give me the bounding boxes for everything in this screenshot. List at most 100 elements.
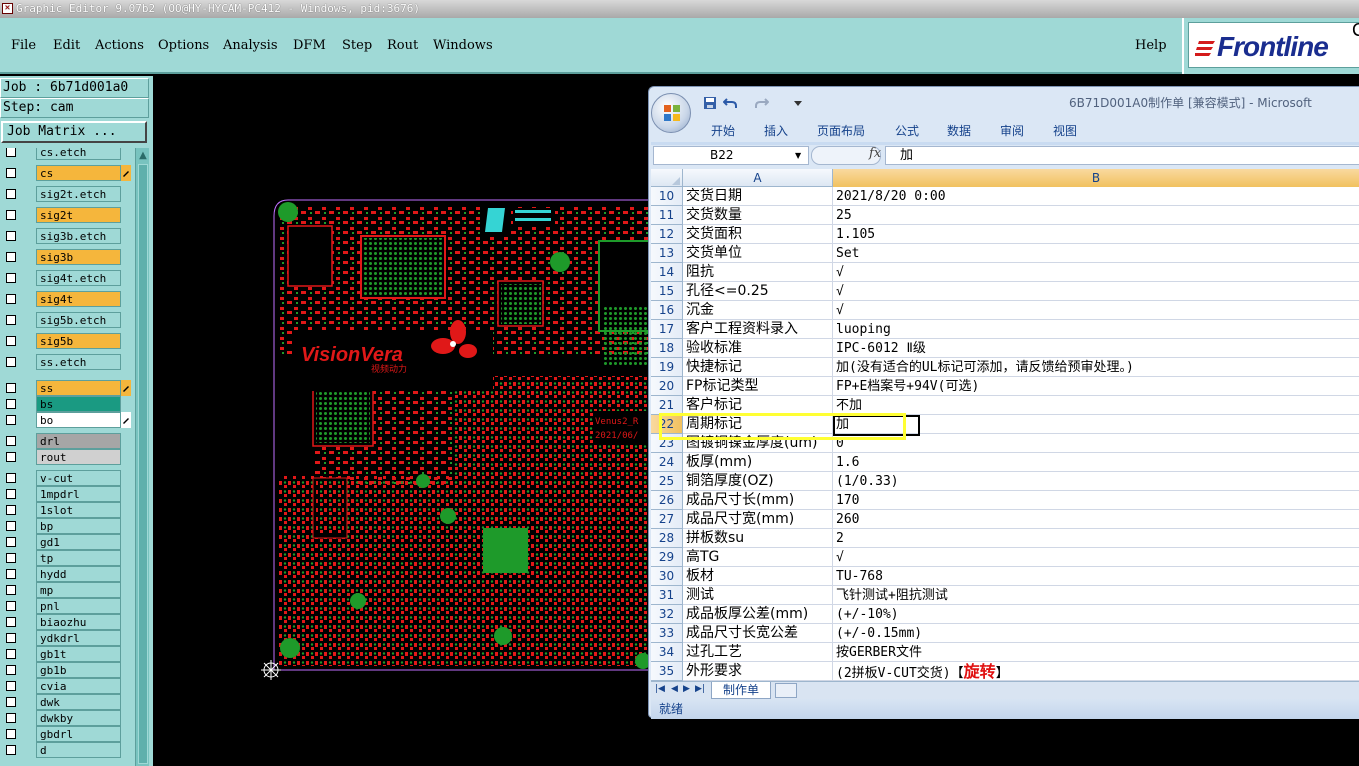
tab-view[interactable]: 视图 bbox=[1053, 122, 1077, 139]
layer-row[interactable]: sig2t.etch bbox=[2, 186, 133, 202]
layer-row[interactable]: ss bbox=[2, 380, 133, 396]
cell-a[interactable]: 沉金 bbox=[683, 301, 833, 320]
job-matrix-button[interactable]: Job Matrix ... bbox=[1, 121, 147, 143]
layer-name[interactable]: drl bbox=[36, 433, 121, 449]
layer-row[interactable]: gb1b bbox=[2, 662, 133, 678]
layer-checkbox[interactable] bbox=[6, 601, 16, 611]
customize-qat-icon[interactable] bbox=[791, 96, 805, 110]
row-header[interactable]: 11 bbox=[651, 206, 683, 225]
layer-checkbox[interactable] bbox=[6, 452, 16, 462]
row-header[interactable]: 35 bbox=[651, 662, 683, 681]
chevron-down-icon[interactable]: ▼ bbox=[795, 151, 801, 160]
menu-step[interactable]: Step bbox=[342, 38, 372, 53]
layer-row[interactable]: ydkdrl bbox=[2, 630, 133, 646]
next-sheet-icon[interactable]: ▶ bbox=[683, 684, 690, 694]
layer-row[interactable]: cvia bbox=[2, 678, 133, 694]
layer-checkbox[interactable] bbox=[6, 383, 16, 393]
layer-name[interactable]: 1mpdrl bbox=[36, 486, 121, 502]
layer-name[interactable]: bs bbox=[36, 396, 121, 412]
formula-input[interactable]: 加 bbox=[885, 146, 1359, 165]
layer-checkbox[interactable] bbox=[6, 294, 16, 304]
row-header[interactable]: 29 bbox=[651, 548, 683, 567]
cell-b[interactable]: 2 bbox=[833, 529, 1359, 548]
sheet-tab-main[interactable]: 制作单 bbox=[711, 682, 771, 699]
layer-row[interactable]: sig4t.etch bbox=[2, 270, 133, 286]
layer-row[interactable]: gb1t bbox=[2, 646, 133, 662]
layer-checkbox[interactable] bbox=[6, 357, 16, 367]
layer-name[interactable]: cs.etch bbox=[36, 148, 121, 160]
cell-a[interactable]: 孔径<=0.25 bbox=[683, 282, 833, 301]
menu-actions[interactable]: Actions bbox=[95, 38, 144, 53]
layer-row[interactable]: gd1 bbox=[2, 534, 133, 550]
layer-checkbox[interactable] bbox=[6, 168, 16, 178]
layer-checkbox[interactable] bbox=[6, 415, 16, 425]
layer-row[interactable]: bs bbox=[2, 396, 133, 412]
cell-a[interactable]: 高TG bbox=[683, 548, 833, 567]
layer-name[interactable]: sig5b.etch bbox=[36, 312, 121, 328]
layer-name[interactable]: ss.etch bbox=[36, 354, 121, 370]
layer-checkbox[interactable] bbox=[6, 231, 16, 241]
layer-row[interactable]: biaozhu bbox=[2, 614, 133, 630]
layer-row[interactable]: dwkby bbox=[2, 710, 133, 726]
prev-sheet-icon[interactable]: ◀ bbox=[671, 684, 678, 694]
layer-row[interactable]: cs bbox=[2, 165, 133, 181]
cell-b[interactable]: √ bbox=[833, 263, 1359, 282]
layer-checkbox[interactable] bbox=[6, 617, 16, 627]
cell-a[interactable]: 交货单位 bbox=[683, 244, 833, 263]
cell-a[interactable]: 交货日期 bbox=[683, 187, 833, 206]
tab-review[interactable]: 审阅 bbox=[1000, 122, 1024, 139]
tab-data[interactable]: 数据 bbox=[947, 122, 971, 139]
cell-b[interactable]: 1.105 bbox=[833, 225, 1359, 244]
layer-name[interactable]: sig2t bbox=[36, 207, 121, 223]
layer-name[interactable]: cs bbox=[36, 165, 121, 181]
layer-name[interactable]: sig2t.etch bbox=[36, 186, 121, 202]
cell-b[interactable]: 1.6 bbox=[833, 453, 1359, 472]
layer-checkbox[interactable] bbox=[6, 399, 16, 409]
menu-analysis[interactable]: Analysis bbox=[223, 38, 278, 53]
layer-checkbox[interactable] bbox=[6, 585, 16, 595]
menu-help[interactable]: Help bbox=[1135, 38, 1167, 53]
cell-a[interactable]: 成品尺寸长宽公差 bbox=[683, 624, 833, 643]
cell-b[interactable]: 0 bbox=[833, 434, 1359, 453]
layer-name[interactable]: pnl bbox=[36, 598, 121, 614]
row-header[interactable]: 33 bbox=[651, 624, 683, 643]
layer-checkbox[interactable] bbox=[6, 745, 16, 755]
column-header-b[interactable]: B bbox=[833, 169, 1359, 187]
layer-name[interactable]: sig4t.etch bbox=[36, 270, 121, 286]
cell-b[interactable]: FP+E档案号+94V(可选) bbox=[833, 377, 1359, 396]
cell-b[interactable]: √ bbox=[833, 301, 1359, 320]
layer-name[interactable]: bo bbox=[36, 412, 121, 428]
layer-row[interactable]: sig3b.etch bbox=[2, 228, 133, 244]
menu-options[interactable]: Options bbox=[158, 38, 209, 53]
layer-row[interactable]: cs.etch bbox=[2, 148, 133, 160]
row-header[interactable]: 24 bbox=[651, 453, 683, 472]
layer-row[interactable]: sig4t bbox=[2, 291, 133, 307]
name-box[interactable]: B22 bbox=[653, 146, 809, 165]
cell-a[interactable]: 铜箔厚度(OZ) bbox=[683, 472, 833, 491]
cell-a[interactable]: 交货数量 bbox=[683, 206, 833, 225]
layer-row[interactable]: v-cut bbox=[2, 470, 133, 486]
layer-name[interactable]: tp bbox=[36, 550, 121, 566]
layer-row[interactable]: 1mpdrl bbox=[2, 486, 133, 502]
first-sheet-icon[interactable]: |◀ bbox=[655, 684, 665, 694]
scrollbar-thumb[interactable] bbox=[138, 164, 148, 764]
layer-row[interactable]: sig2t bbox=[2, 207, 133, 223]
layer-checkbox[interactable] bbox=[6, 553, 16, 563]
layer-checkbox[interactable] bbox=[6, 336, 16, 346]
layer-name[interactable]: gd1 bbox=[36, 534, 121, 550]
save-icon[interactable] bbox=[703, 96, 717, 110]
menu-edit[interactable]: Edit bbox=[53, 38, 80, 53]
layer-checkbox[interactable] bbox=[6, 473, 16, 483]
layer-row[interactable]: ss.etch bbox=[2, 354, 133, 370]
layer-row[interactable]: pnl bbox=[2, 598, 133, 614]
cell-b[interactable]: √ bbox=[833, 282, 1359, 301]
row-header[interactable]: 28 bbox=[651, 529, 683, 548]
cell-b[interactable]: 不加 bbox=[833, 396, 1359, 415]
layer-checkbox[interactable] bbox=[6, 537, 16, 547]
layer-checkbox[interactable] bbox=[6, 148, 16, 157]
layer-name[interactable]: mp bbox=[36, 582, 121, 598]
cell-b[interactable]: TU-768 bbox=[833, 567, 1359, 586]
cell-b[interactable]: 170 bbox=[833, 491, 1359, 510]
layer-row[interactable]: bp bbox=[2, 518, 133, 534]
layer-name[interactable]: dwkby bbox=[36, 710, 121, 726]
